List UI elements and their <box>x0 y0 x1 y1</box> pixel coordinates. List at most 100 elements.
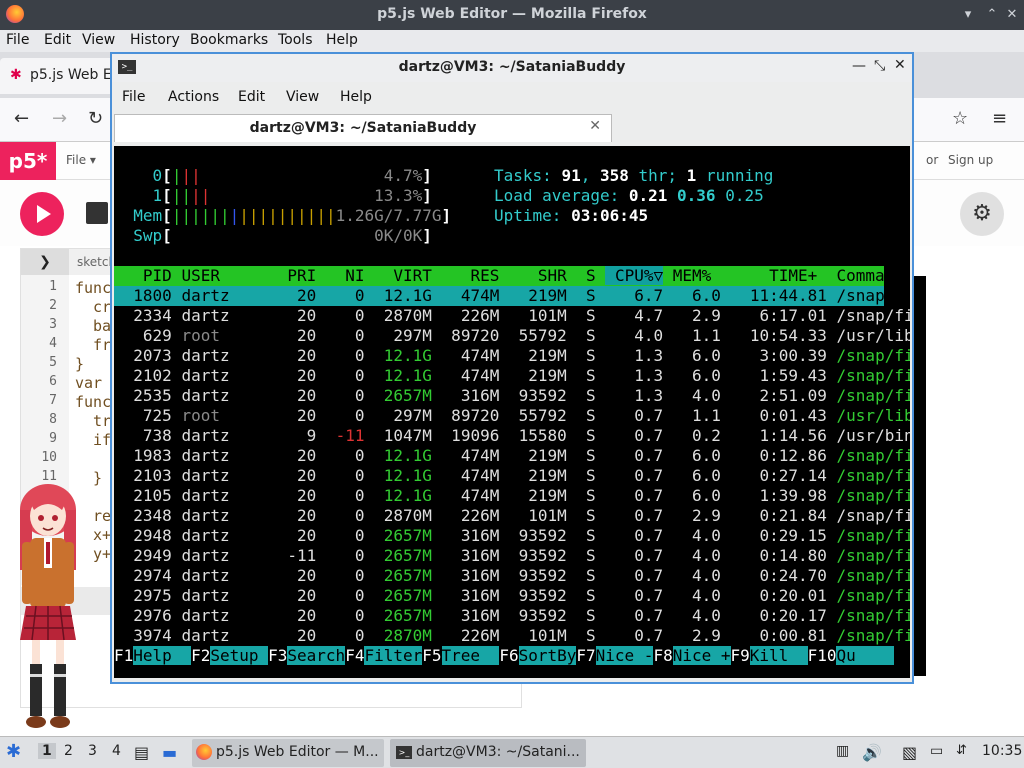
process-row[interactable]: 2103 dartz 20 0 12.1G 474M 219M S 0.7 6.… <box>114 466 910 486</box>
process-row[interactable]: 2073 dartz 20 0 12.1G 474M 219M S 1.3 6.… <box>114 346 910 366</box>
process-cell: 4.0 <box>672 526 731 545</box>
terminal-tab[interactable]: dartz@VM3: ~/SataniaBuddy ✕ <box>114 114 612 142</box>
fkey-label[interactable]: Setup <box>210 646 269 665</box>
menu-edit[interactable]: Edit <box>44 32 71 48</box>
term-menu-edit[interactable]: Edit <box>238 89 265 105</box>
column-header-5[interactable]: RES <box>442 266 509 285</box>
column-header-2[interactable]: PRI <box>278 266 326 285</box>
menu-tools[interactable]: Tools <box>278 32 313 48</box>
term-menu-actions[interactable]: Actions <box>168 89 219 105</box>
htop-screen[interactable]: 0[||| 4.7%] 1[|||| 13.3%] Mem[||||||||||… <box>114 146 910 678</box>
column-header-9[interactable]: MEM% <box>663 266 721 285</box>
term-menu-help[interactable]: Help <box>340 89 372 105</box>
term-menu-file[interactable]: File <box>122 89 145 105</box>
minimize-icon[interactable]: — <box>852 58 866 74</box>
keyboard-icon[interactable]: ▭ <box>930 743 943 759</box>
maximize-icon[interactable]: ⤡ <box>874 58 885 74</box>
column-header-10[interactable]: TIME+ <box>721 266 827 285</box>
workspace-1[interactable]: 1 <box>38 743 56 759</box>
fkey-label[interactable]: Tree <box>441 646 500 665</box>
minimize-icon[interactable]: ▾ <box>960 7 976 23</box>
signup-link[interactable]: Sign up <box>948 153 993 167</box>
terminal-titlebar: >_ dartz@VM3: ~/SataniaBuddy — ⤡ ✕ <box>112 54 912 82</box>
close-icon[interactable]: ✕ <box>1004 7 1020 23</box>
volume-icon[interactable]: 🔊 <box>862 743 882 762</box>
fkey-label[interactable]: Kill <box>749 646 808 665</box>
fkey-label[interactable]: Qu <box>836 646 895 665</box>
process-row[interactable]: 2976 dartz 20 0 2657M 316M 93592 S 0.7 4… <box>114 606 910 626</box>
close-icon[interactable]: ✕ <box>894 57 906 73</box>
hamburger-menu-icon[interactable]: ≡ <box>992 108 1007 129</box>
p5-file-menu[interactable]: File ▾ <box>66 153 96 167</box>
tray-app-icon[interactable]: ▥ <box>836 743 849 759</box>
process-row[interactable]: 2102 dartz 20 0 12.1G 474M 219M S 1.3 6.… <box>114 366 910 386</box>
process-row[interactable]: 738 dartz 9 -11 1047M 19096 15580 S 0.7 … <box>114 426 910 446</box>
chevron-right-icon[interactable]: ❯ <box>21 249 69 275</box>
process-table-header[interactable]: PID USER PRI NI VIRT RES SHR S CPU%▽ MEM… <box>114 266 904 286</box>
column-header-0[interactable]: PID <box>114 266 181 285</box>
process-row[interactable]: 2334 dartz 20 0 2870M 226M 101M S 4.7 2.… <box>114 306 910 326</box>
column-header-1[interactable]: USER <box>181 266 277 285</box>
column-header-6[interactable]: SHR <box>509 266 576 285</box>
process-cell: 0.7 <box>605 446 673 465</box>
play-button[interactable] <box>20 192 64 236</box>
file-manager-icon[interactable]: ▤ <box>134 743 149 762</box>
process-row[interactable]: 725 root 20 0 297M 89720 55792 S 0.7 1.1… <box>114 406 910 426</box>
process-row[interactable]: 2975 dartz 20 0 2657M 316M 93592 S 0.7 4… <box>114 586 910 606</box>
column-header-7[interactable]: S <box>576 266 605 285</box>
process-row[interactable]: 1983 dartz 20 0 12.1G 474M 219M S 0.7 6.… <box>114 446 910 466</box>
tab-p5-editor[interactable]: ✱ p5.js Web E <box>0 58 120 94</box>
process-row[interactable]: 2348 dartz 20 0 2870M 226M 101M S 0.7 2.… <box>114 506 910 526</box>
task-terminal[interactable]: >_ dartz@VM3: ~/Satani... <box>390 739 586 767</box>
column-header-3[interactable]: NI <box>326 266 374 285</box>
process-cell: S <box>576 446 606 465</box>
workspace-3[interactable]: 3 <box>88 743 97 759</box>
task-firefox[interactable]: p5.js Web Editor — M... <box>192 739 384 767</box>
column-header-4[interactable]: VIRT <box>374 266 441 285</box>
fkey-label[interactable]: Nice + <box>672 646 731 665</box>
network-icon[interactable]: ⇵ <box>956 743 967 758</box>
fkey-label[interactable]: SortBy <box>518 646 577 665</box>
process-row[interactable]: 2105 dartz 20 0 12.1G 474M 219M S 0.7 6.… <box>114 486 910 506</box>
back-icon[interactable]: ← <box>14 108 29 129</box>
term-menu-view[interactable]: View <box>286 89 319 105</box>
bookmark-star-icon[interactable]: ☆ <box>952 108 968 129</box>
process-cell: S <box>576 426 606 445</box>
menu-file[interactable]: File <box>6 32 29 48</box>
satania-buddy-sprite[interactable] <box>16 480 80 734</box>
column-header-11[interactable]: Command <box>827 266 910 285</box>
process-row[interactable]: 1800 dartz 20 0 12.1G 474M 219M S 6.7 6.… <box>114 286 910 306</box>
process-row[interactable]: 2948 dartz 20 0 2657M 316M 93592 S 0.7 4… <box>114 526 910 546</box>
process-cell: dartz <box>181 606 278 625</box>
p5-logo[interactable]: p5* <box>0 142 56 180</box>
code-line: y+ <box>93 545 112 563</box>
forward-icon[interactable]: → <box>52 108 67 129</box>
fkey-label[interactable]: Nice - <box>595 646 654 665</box>
menu-history[interactable]: History <box>130 32 180 48</box>
tab-close-icon[interactable]: ✕ <box>589 118 601 134</box>
fkey-label[interactable]: Search <box>287 646 346 665</box>
maximize-icon[interactable]: ⌃ <box>984 7 1000 23</box>
menu-help[interactable]: Help <box>326 32 358 48</box>
menu-view[interactable]: View <box>82 32 115 48</box>
process-cell: dartz <box>181 286 278 305</box>
fkey-label[interactable]: Help <box>133 646 192 665</box>
workspace-4[interactable]: 4 <box>112 743 121 759</box>
settings-gear-icon[interactable]: ⚙ <box>960 192 1004 236</box>
process-row[interactable]: 2949 dartz -11 0 2657M 316M 93592 S 0.7 … <box>114 546 910 566</box>
reload-icon[interactable]: ↻ <box>88 108 103 129</box>
menu-bookmarks[interactable]: Bookmarks <box>190 32 268 48</box>
process-row[interactable]: 2974 dartz 20 0 2657M 316M 93592 S 0.7 4… <box>114 566 910 586</box>
process-row[interactable]: 629 root 20 0 297M 89720 55792 S 4.0 1.1… <box>114 326 910 346</box>
process-cell: 297M <box>374 326 442 345</box>
process-row[interactable]: 2535 dartz 20 0 2657M 316M 93592 S 1.3 4… <box>114 386 910 406</box>
column-header-8[interactable]: CPU%▽ <box>605 266 664 285</box>
show-desktop-icon[interactable]: ▬ <box>162 743 177 762</box>
stop-button[interactable] <box>86 202 108 224</box>
process-row[interactable]: 3974 dartz 20 0 2870M 226M 101M S 0.7 2.… <box>114 626 910 646</box>
fkey-label[interactable]: Filter <box>364 646 423 665</box>
process-cell: 4.0 <box>672 586 731 605</box>
clipboard-icon[interactable]: ▧ <box>902 743 917 762</box>
workspace-2[interactable]: 2 <box>64 743 73 759</box>
start-menu-icon[interactable]: ✱ <box>6 741 21 762</box>
